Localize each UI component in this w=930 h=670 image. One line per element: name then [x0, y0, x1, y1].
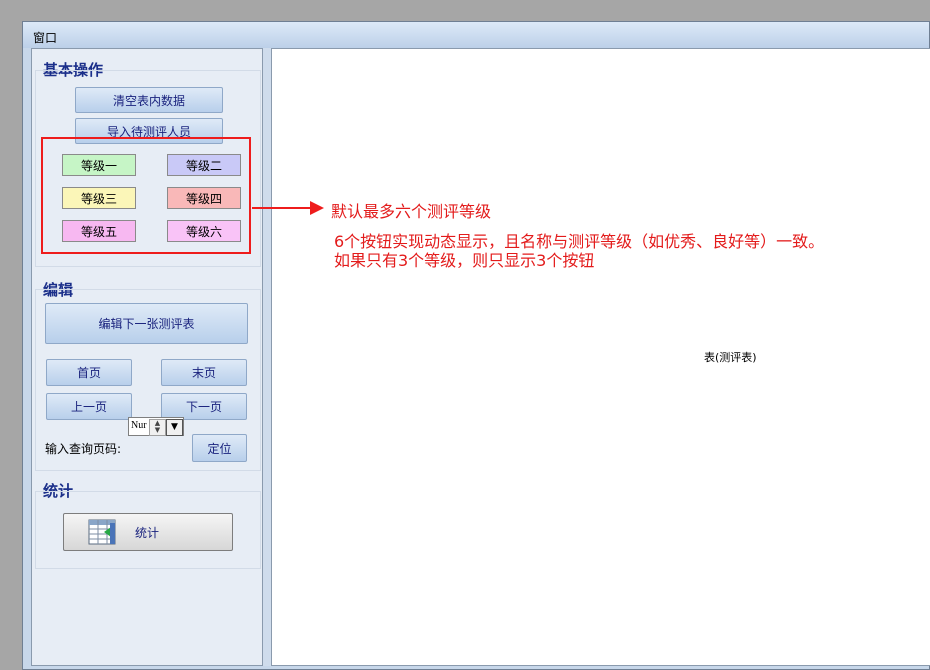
spin-arrows-icon[interactable]: ▲ ▼	[149, 419, 166, 436]
prev-page-button[interactable]: 上一页	[46, 393, 132, 420]
locate-button[interactable]: 定位	[192, 434, 247, 462]
annotation-line-3: 如果只有3个等级，则只显示3个按钮	[334, 251, 595, 270]
annotation-arrow-icon	[310, 201, 324, 215]
annotation-line-1: 默认最多六个测评等级	[331, 202, 492, 221]
window-title: 窗口	[33, 31, 58, 45]
dropdown-arrow-icon[interactable]: ▼	[166, 419, 183, 436]
stats-button-label: 统计	[135, 526, 160, 540]
table-placeholder-label: 表(测评表)	[704, 351, 757, 364]
level-buttons-highlight-box	[41, 137, 251, 254]
table-chart-icon	[88, 518, 118, 546]
clear-table-button[interactable]: 清空表内数据	[75, 87, 223, 113]
last-page-button[interactable]: 末页	[161, 359, 247, 386]
edit-next-sheet-button[interactable]: 编辑下一张测评表	[45, 303, 248, 344]
app-window: 窗口 基本操作 清空表内数据 导入待测评人员 等级一 等级二 等级三 等级四 等…	[22, 21, 930, 670]
evaluation-table-area[interactable]: 表(测评表)	[271, 48, 930, 666]
page-number-input[interactable]: Nur	[131, 420, 147, 431]
stats-button[interactable]: 统计	[63, 513, 233, 551]
page-number-spinbox[interactable]: Nur ▲ ▼ ▼	[128, 417, 184, 436]
page-query-label: 输入查询页码:	[45, 442, 122, 456]
next-page-button[interactable]: 下一页	[161, 393, 247, 420]
annotation-arrow-line	[252, 207, 316, 209]
title-bar[interactable]: 窗口	[23, 22, 929, 48]
panel-splitter[interactable]	[263, 48, 271, 666]
first-page-button[interactable]: 首页	[46, 359, 132, 386]
